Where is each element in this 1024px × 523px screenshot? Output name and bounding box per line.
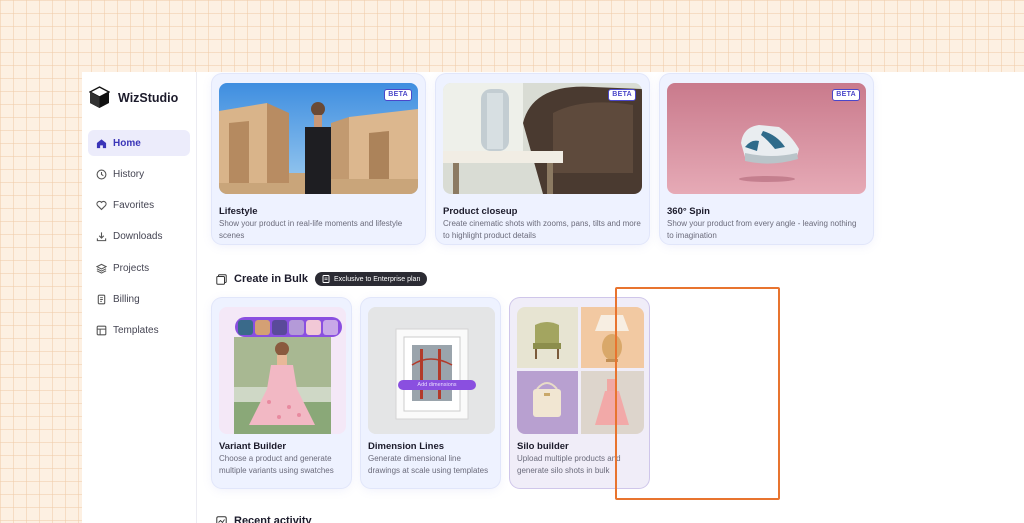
sidebar-item-billing[interactable]: Billing bbox=[88, 286, 190, 312]
images-icon bbox=[216, 273, 227, 285]
sidebar-item-label: Favorites bbox=[113, 200, 155, 212]
card-description: Create cinematic shots with zooms, pans,… bbox=[443, 219, 641, 240]
360-spin-thumbnail: BETA bbox=[667, 83, 866, 194]
card-description: Show your product in real-life moments a… bbox=[219, 219, 403, 240]
document-icon bbox=[322, 275, 330, 283]
beta-badge: BETA bbox=[832, 89, 860, 101]
sidebar-item-label: History bbox=[113, 168, 145, 180]
card-title: Lifestyle bbox=[219, 206, 258, 217]
add-dimensions-pill[interactable]: Add dimensions bbox=[398, 380, 476, 390]
sidebar-item-projects[interactable]: Projects bbox=[88, 255, 190, 281]
card-description: Show your product from every angle - lea… bbox=[667, 219, 857, 240]
lifestyle-thumbnail: BETA bbox=[219, 83, 418, 194]
selection-highlight bbox=[615, 287, 780, 500]
sidebar-item-label: Downloads bbox=[113, 231, 163, 243]
beta-badge: BETA bbox=[384, 89, 412, 101]
app-logo[interactable]: WizStudio bbox=[89, 86, 178, 109]
sidebar-nav: Home History Favorites Downloads Project… bbox=[88, 130, 190, 349]
product-closeup-card[interactable]: BETA Product closeup Create cinematic sh… bbox=[436, 74, 649, 244]
card-title: Variant Builder bbox=[219, 441, 287, 452]
recent-activity-header: Recent activity bbox=[216, 515, 312, 523]
product-closeup-thumbnail: BETA bbox=[443, 83, 642, 194]
create-in-bulk-header: Create in Bulk Exclusive to Enterprise p… bbox=[216, 272, 428, 286]
swatch-bar bbox=[235, 317, 342, 337]
app-window: WizStudio Home History Favorites Downloa… bbox=[82, 72, 1024, 523]
receipt-icon bbox=[97, 294, 106, 305]
card-description: Generate dimensional line drawings at sc… bbox=[368, 454, 489, 475]
swatch[interactable] bbox=[255, 319, 270, 335]
card-title: Silo builder bbox=[517, 441, 569, 452]
variant-builder-card[interactable]: Variant Builder Choose a product and gen… bbox=[212, 298, 351, 488]
sidebar-item-label: Home bbox=[113, 137, 141, 149]
sidebar-item-home[interactable]: Home bbox=[88, 130, 190, 156]
swatch[interactable] bbox=[323, 319, 338, 335]
home-icon bbox=[96, 138, 107, 148]
sidebar-item-favorites[interactable]: Favorites bbox=[88, 193, 190, 219]
swatch[interactable] bbox=[272, 319, 287, 335]
heart-icon bbox=[96, 200, 107, 211]
main-content: BETA Lifestyle Show your product in real… bbox=[198, 72, 1024, 523]
enterprise-badge: Exclusive to Enterprise plan bbox=[314, 272, 428, 286]
swatch[interactable] bbox=[289, 319, 304, 335]
clock-icon bbox=[96, 169, 107, 180]
sidebar-item-label: Templates bbox=[113, 325, 159, 337]
cube-logo-icon bbox=[89, 86, 110, 108]
enterprise-badge-label: Exclusive to Enterprise plan bbox=[333, 275, 421, 283]
sidebar-item-label: Projects bbox=[113, 262, 150, 274]
card-title: Dimension Lines bbox=[368, 441, 445, 452]
variant-builder-thumbnail bbox=[219, 307, 346, 434]
card-description: Choose a product and generate multiple v… bbox=[219, 454, 334, 475]
app-name: WizStudio bbox=[118, 90, 179, 105]
sidebar-item-history[interactable]: History bbox=[88, 161, 190, 187]
dimension-lines-thumbnail: Add dimensions bbox=[368, 307, 495, 434]
swatch[interactable] bbox=[306, 319, 321, 335]
section-title: Recent activity bbox=[234, 515, 312, 523]
swatch[interactable] bbox=[238, 319, 253, 335]
layers-icon bbox=[96, 263, 107, 274]
card-title: 360° Spin bbox=[667, 206, 710, 217]
sidebar: WizStudio Home History Favorites Downloa… bbox=[82, 72, 197, 523]
template-icon bbox=[96, 325, 107, 336]
download-icon bbox=[96, 232, 107, 242]
sidebar-item-label: Billing bbox=[113, 293, 140, 305]
beta-badge: BETA bbox=[608, 89, 636, 101]
sidebar-item-templates[interactable]: Templates bbox=[88, 318, 190, 344]
card-title: Product closeup bbox=[443, 206, 518, 217]
activity-icon bbox=[216, 515, 227, 523]
lifestyle-card[interactable]: BETA Lifestyle Show your product in real… bbox=[212, 74, 425, 244]
section-title: Create in Bulk bbox=[234, 273, 308, 285]
360-spin-card[interactable]: BETA 360° Spin Show your product from ev… bbox=[660, 74, 873, 244]
dimension-lines-card[interactable]: Add dimensions Dimension Lines Generate … bbox=[361, 298, 500, 488]
sidebar-item-downloads[interactable]: Downloads bbox=[88, 224, 190, 250]
